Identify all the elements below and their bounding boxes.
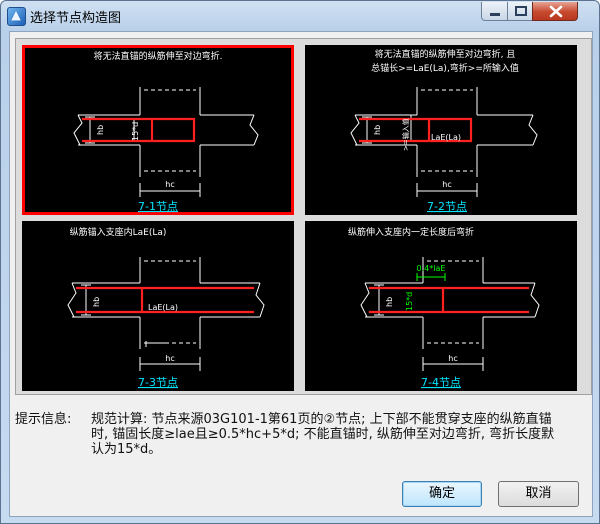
dim-hc: hc [165,354,174,363]
node-diagram-grid: 将无法直锚的纵筋伸至对边弯折. hb 15*d hc 7-1节点 将无法直锚的纵… [15,38,592,395]
panel-description-2: 总锚长>=LaE(La),弯折>=所输入值 [371,62,519,74]
dim-15d: 15*d [405,292,414,311]
node-option-7-1[interactable]: 将无法直锚的纵筋伸至对边弯折. hb 15*d hc 7-1节点 [22,45,294,215]
dialog-client: 将无法直锚的纵筋伸至对边弯折. hb 15*d hc 7-1节点 将无法直锚的纵… [9,31,593,517]
minimize-button[interactable] [481,2,508,21]
info-line-2: 时, 锚固长度≥lae且≥0.5*hc+5*d; 不能直锚时, 纵筋伸至对边弯折… [91,427,555,442]
dim-lae: LaE(La) [431,133,461,142]
dialog-window: 选择节点构造图 将无法直锚的纵筋伸至对边弯折. hb 15*d hc 7-1节点… [0,0,600,524]
panel-description: 将无法直锚的纵筋伸至对边弯折. [94,50,223,62]
dim-04lae: 0.4*laE [417,264,446,273]
dim-hc: hc [448,354,457,363]
dim-hc: hc [442,180,451,189]
maximize-button[interactable] [507,2,533,21]
title-bar[interactable]: 选择节点构造图 [1,1,599,31]
info-text: 规范计算: 节点来源03G101-1第61页的②节点; 上下部不能贯穿支座的纵筋… [91,412,581,457]
maximize-icon [515,6,527,16]
minimize-icon [490,13,500,16]
dim-hb: hb [92,297,101,307]
panel-description: 纵筋伸入支座内一定长度后弯折 [348,226,474,238]
dim-min-input: >=输入值 [401,118,410,151]
node-caption: 7-4节点 [421,376,461,389]
panel-description: 纵筋锚入支座内LaE(La) [70,226,167,238]
info-line-1: 规范计算: 节点来源03G101-1第61页的②节点; 上下部不能贯穿支座的纵筋… [91,412,552,427]
close-button[interactable] [532,2,578,21]
dim-15d: 15*d [131,122,140,141]
node-option-7-4[interactable]: 纵筋伸入支座内一定长度后弯折 0.4*laE 15*d hb hc 7-4节点 [305,221,577,391]
info-line-3: 认为15*d。 [91,442,162,457]
node-option-7-3[interactable]: 纵筋锚入支座内LaE(La) hb LaE(La) hc 7-3节点 [22,221,294,391]
cancel-button[interactable]: 取消 [498,481,579,507]
close-icon [549,5,563,18]
dim-hc: hc [165,180,174,189]
dim-hb: hb [385,297,394,307]
panel-description: 将无法直锚的纵筋伸至对边弯折, 且 [375,48,516,60]
node-caption: 7-3节点 [138,376,178,389]
ok-button[interactable]: 确定 [402,481,482,507]
node-caption: 7-2节点 [427,200,467,213]
info-label: 提示信息: [15,412,72,427]
dim-hb: hb [96,125,105,135]
node-option-7-2[interactable]: 将无法直锚的纵筋伸至对边弯折, 且 总锚长>=LaE(La),弯折>=所输入值 [305,45,577,215]
app-icon [7,7,26,26]
node-caption: 7-1节点 [138,200,178,213]
dim-hb: hb [373,125,382,135]
dim-lae: LaE(La) [148,303,178,312]
window-title: 选择节点构造图 [30,11,122,26]
